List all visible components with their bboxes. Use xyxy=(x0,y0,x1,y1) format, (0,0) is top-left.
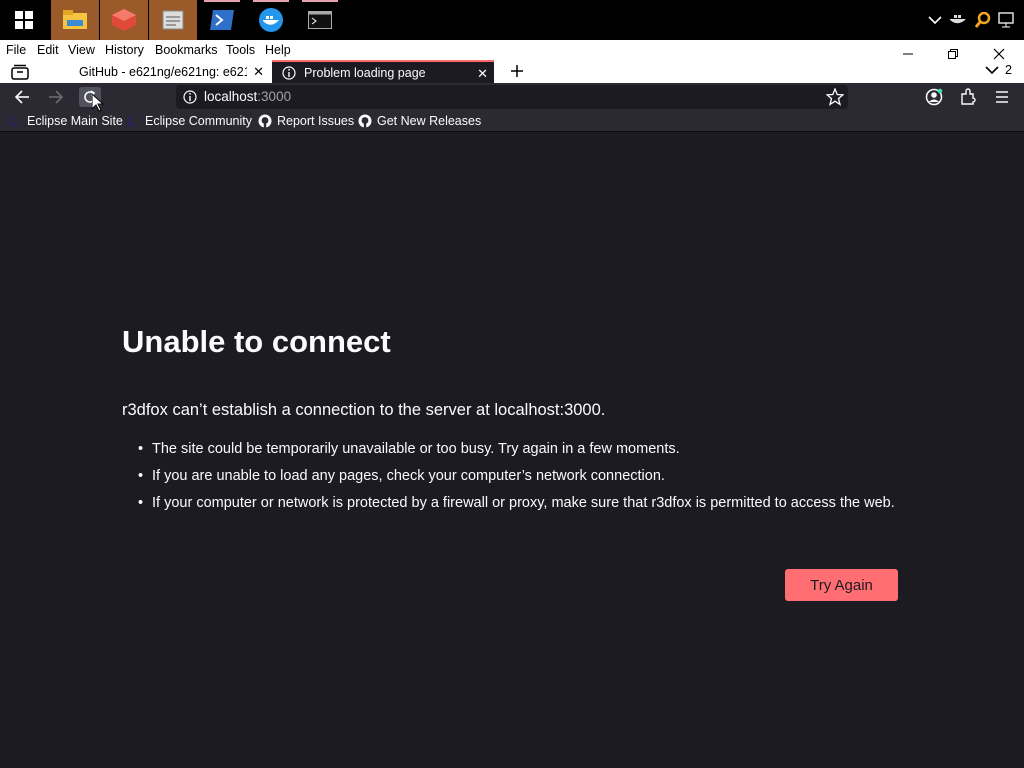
chevron-up-icon xyxy=(928,16,942,25)
mouse-cursor-icon xyxy=(92,94,104,112)
extensions-button[interactable] xyxy=(957,87,979,107)
folder-icon xyxy=(63,10,87,29)
windows-logo-icon xyxy=(15,11,33,29)
minimize-icon xyxy=(903,53,913,55)
firefox-view-button[interactable] xyxy=(9,62,31,82)
bookmarks-toolbar: Eclipse Main Site Eclipse Community Repo… xyxy=(0,111,1024,132)
windows-taskbar xyxy=(0,0,1024,40)
info-icon xyxy=(282,65,296,80)
menu-file[interactable]: File xyxy=(6,43,26,57)
try-again-button[interactable]: Try Again xyxy=(785,569,898,601)
bookmark-eclipse-community[interactable]: Eclipse Community xyxy=(126,114,252,128)
account-icon xyxy=(925,88,943,106)
close-tab-icon[interactable]: ✕ xyxy=(253,64,264,80)
suggestion-item: The site could be temporarily unavailabl… xyxy=(138,439,912,459)
suggestion-item: If you are unable to load any pages, che… xyxy=(138,466,912,486)
bookmark-label: Report Issues xyxy=(277,114,355,128)
tab-github[interactable]: GitHub - e621ng/e621ng: e621.r ✕ xyxy=(70,60,270,83)
bookmark-label: Eclipse Main Site xyxy=(27,114,123,128)
taskbar-powershell[interactable] xyxy=(198,0,246,40)
error-title: Unable to connect xyxy=(122,324,391,359)
close-icon xyxy=(993,48,1005,60)
github-icon xyxy=(258,114,272,128)
back-button[interactable] xyxy=(11,87,33,107)
menu-bar: File Edit View History Bookmarks Tools H… xyxy=(0,40,1024,60)
bookmark-get-new-releases[interactable]: Get New Releases xyxy=(358,114,481,128)
terminal-icon xyxy=(308,11,332,29)
taskbar-terminal[interactable] xyxy=(296,0,344,40)
tray-overflow-chevron[interactable] xyxy=(923,0,947,40)
network-icon xyxy=(998,12,1014,28)
navigation-toolbar: localhost:3000 xyxy=(0,83,1024,111)
url-text[interactable]: localhost:3000 xyxy=(204,89,291,104)
forward-button[interactable] xyxy=(45,87,67,107)
close-tab-icon[interactable]: ✕ xyxy=(477,66,488,82)
list-all-tabs-button[interactable]: 2 xyxy=(985,63,1012,77)
url-bar[interactable]: localhost:3000 xyxy=(176,85,848,109)
eclipse-icon xyxy=(9,115,22,127)
tab-count: 2 xyxy=(1005,63,1012,77)
powershell-icon xyxy=(210,10,234,30)
suggestion-item: If your computer or network is protected… xyxy=(138,493,912,513)
notepad-icon xyxy=(162,10,184,30)
tab-strip: GitHub - e621ng/e621ng: e621.r ✕ Problem… xyxy=(0,60,1024,83)
github-icon xyxy=(358,114,372,128)
arrow-right-icon xyxy=(49,90,64,104)
app-menu-button[interactable] xyxy=(991,87,1013,107)
magnifier-icon xyxy=(975,12,991,28)
taskbar-app-writing[interactable] xyxy=(149,0,197,40)
tab-label: GitHub - e621ng/e621ng: e621.r xyxy=(79,64,247,79)
account-button[interactable] xyxy=(923,87,945,107)
arrow-left-icon xyxy=(14,90,29,104)
docker-icon xyxy=(259,8,283,32)
menu-history[interactable]: History xyxy=(105,43,144,57)
firefox-view-icon xyxy=(11,64,29,80)
tray-docker[interactable] xyxy=(946,0,970,40)
new-tab-button[interactable] xyxy=(506,61,528,81)
error-page: Unable to connect r3dfox can’t establish… xyxy=(0,132,1024,768)
plus-icon xyxy=(511,65,523,77)
tab-problem-loading[interactable]: Problem loading page ✕ xyxy=(272,60,494,83)
url-port: :3000 xyxy=(257,89,292,104)
taskbar-file-explorer[interactable] xyxy=(51,0,99,40)
eclipse-icon xyxy=(127,115,140,127)
docker-tray-icon xyxy=(950,15,966,24)
restore-icon xyxy=(948,49,958,59)
url-host: localhost xyxy=(204,89,258,104)
taskbar-docker[interactable] xyxy=(247,0,295,40)
menu-view[interactable]: View xyxy=(68,43,95,57)
bookmark-label: Eclipse Community xyxy=(145,114,252,128)
bookmark-report-issues[interactable]: Report Issues xyxy=(258,114,354,128)
error-suggestions: The site could be temporarily unavailabl… xyxy=(138,439,912,520)
tray-search[interactable] xyxy=(971,0,995,40)
menu-help[interactable]: Help xyxy=(265,43,291,57)
bookmark-eclipse-main-site[interactable]: Eclipse Main Site xyxy=(8,114,123,128)
menu-bookmarks[interactable]: Bookmarks xyxy=(155,43,218,57)
cube-icon xyxy=(112,9,136,31)
info-icon[interactable] xyxy=(183,90,197,104)
menu-tools[interactable]: Tools xyxy=(226,43,255,57)
puzzle-icon xyxy=(961,88,976,105)
taskbar-app-red[interactable] xyxy=(100,0,148,40)
start-button[interactable] xyxy=(0,0,48,40)
hamburger-menu-icon xyxy=(996,91,1008,103)
tab-label: Problem loading page xyxy=(304,65,426,80)
menu-edit[interactable]: Edit xyxy=(37,43,59,57)
tray-network[interactable] xyxy=(995,0,1019,40)
bookmark-label: Get New Releases xyxy=(377,114,482,128)
error-message: r3dfox can’t establish a connection to t… xyxy=(122,401,606,419)
chevron-down-icon xyxy=(985,66,999,75)
star-icon[interactable] xyxy=(826,88,844,106)
